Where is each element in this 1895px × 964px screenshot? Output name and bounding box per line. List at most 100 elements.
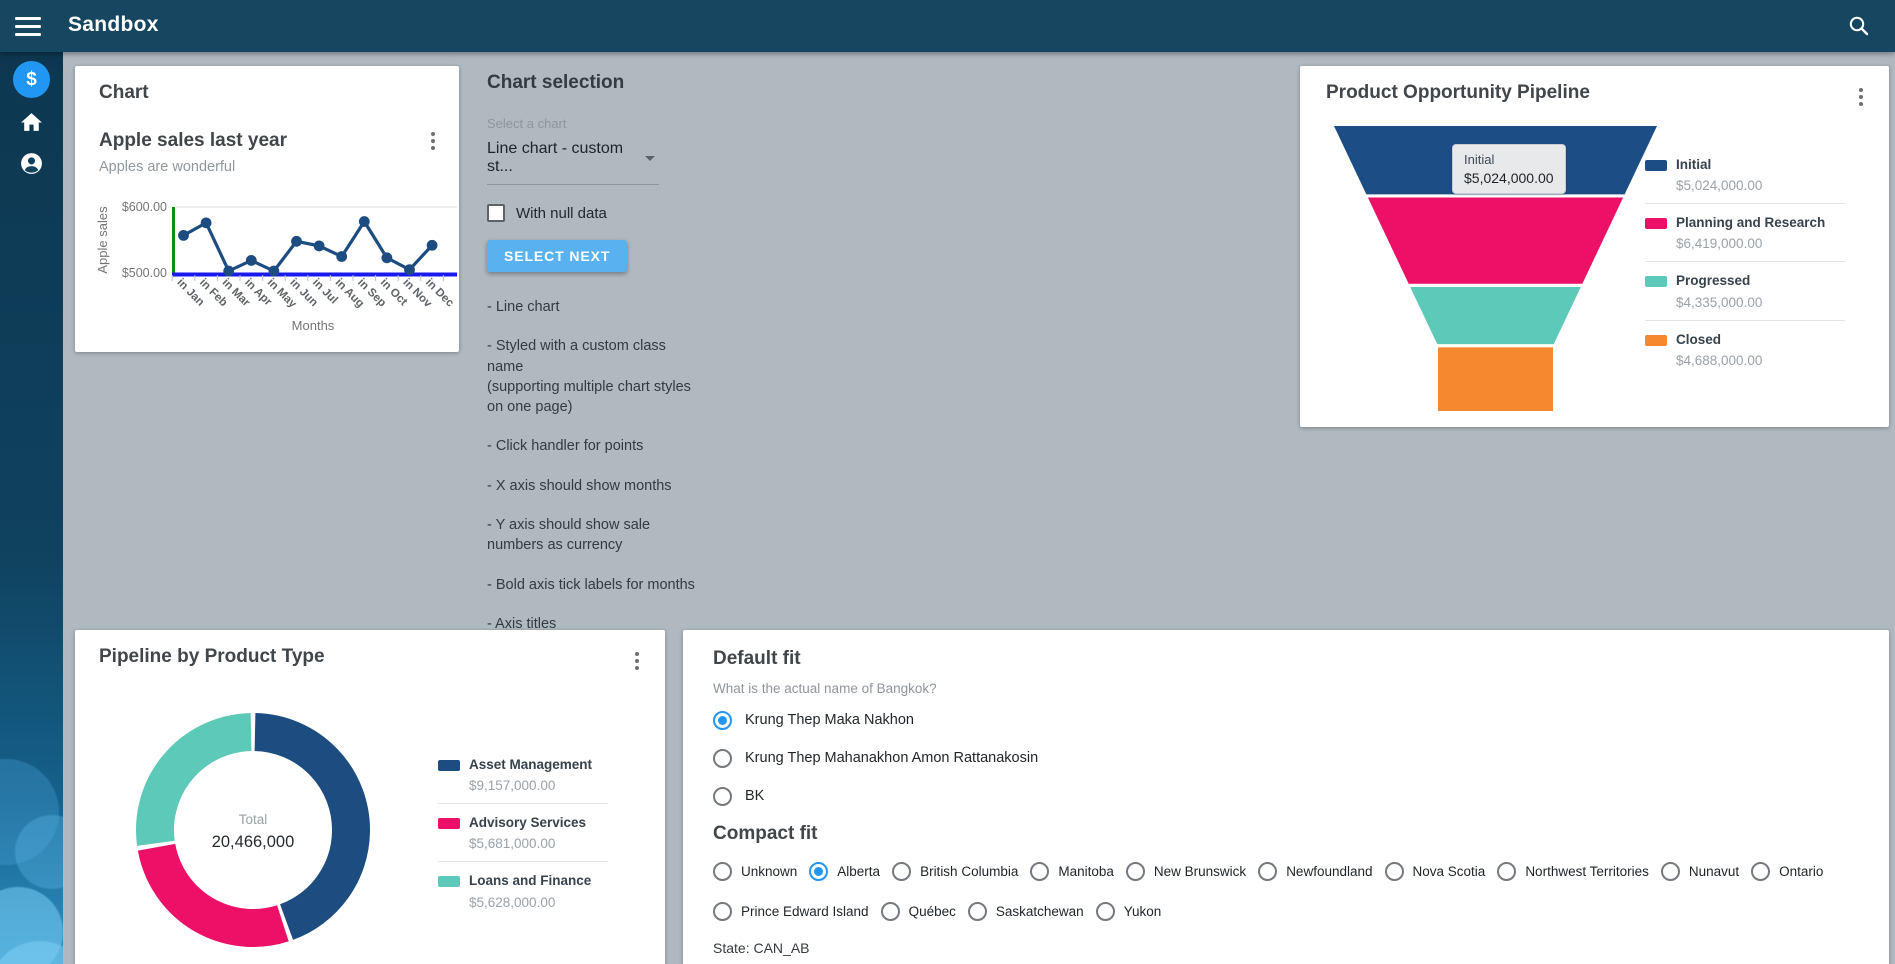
legend-swatch [438,818,460,829]
radio-label: Yukon [1124,904,1162,919]
legend-item[interactable]: Initial $5,024,000.00 [1645,154,1845,201]
funnel-tooltip: Initial $5,024,000.00 [1452,144,1566,194]
funnel-legend: Initial $5,024,000.00 Planning and Resea… [1645,154,1845,376]
legend-divider [438,803,608,804]
radio-option[interactable]: Ontario [1751,862,1823,881]
chart-point[interactable] [359,216,370,227]
donut-total-value: 20,466,000 [212,833,295,851]
radio-button[interactable] [1497,862,1516,881]
null-data-label: With null data [516,205,607,222]
radio-button[interactable] [809,862,828,881]
null-data-checkbox[interactable] [487,204,505,222]
chart-point[interactable] [291,236,302,247]
chart-point[interactable] [201,217,212,228]
line-chart-subtitle: Apples are wonderful [99,159,435,175]
radio-option[interactable]: Unknown [713,862,797,881]
radio-option[interactable]: Prince Edward Island [713,902,869,921]
chart-point[interactable] [178,230,189,241]
app-bar: Sandbox [0,0,1895,52]
radio-label: Québec [909,904,956,919]
radio-option[interactable]: Québec [881,902,956,921]
legend-item[interactable]: Closed $4,688,000.00 [1645,329,1845,376]
funnel-segment-progressed[interactable] [1410,287,1581,344]
radio-option[interactable]: Krung Thep Mahanakhon Amon Rattanakosin [713,739,1859,777]
chart-point[interactable] [382,252,393,263]
x-axis-labels: in Janin Febin Marin Aprin Mayin Junin J… [174,277,456,311]
legend-item[interactable]: Loans and Finance $5,628,000.00 [438,870,608,917]
radio-button[interactable] [892,862,911,881]
chart-select-dropdown[interactable]: Line chart - custom st... [487,140,659,185]
legend-item[interactable]: Progressed $4,335,000.00 [1645,270,1845,317]
radio-button[interactable] [713,862,732,881]
radio-label: Nunavut [1689,864,1739,879]
funnel-card: Product Opportunity Pipeline Initial $5,… [1300,66,1889,427]
chart-card: Chart Apple sales last year Apples are w… [75,66,459,352]
legend-item[interactable]: Advisory Services $5,681,000.00 [438,812,608,859]
legend-swatch [438,760,460,771]
radio-button[interactable] [713,902,732,921]
radio-button[interactable] [968,902,987,921]
radio-option[interactable]: Northwest Territories [1497,862,1649,881]
search-icon[interactable] [1847,14,1871,38]
legend-value: $5,024,000.00 [1676,178,1762,193]
kebab-menu-icon[interactable] [431,132,435,136]
legend-item[interactable]: Asset Management $9,157,000.00 [438,754,608,801]
radio-button[interactable] [1030,862,1049,881]
radio-button[interactable] [1258,862,1277,881]
person-icon[interactable] [19,151,44,176]
legend-label: Asset Management [469,756,592,774]
chart-point[interactable] [223,266,234,277]
legend-swatch [438,876,460,887]
chart-notes: - Line chart - Styled with a custom clas… [487,297,700,634]
legend-value: $4,335,000.00 [1676,295,1762,310]
radio-button[interactable] [713,787,732,806]
radio-option[interactable]: Alberta [809,862,880,881]
legend-label: Advisory Services [469,814,586,832]
funnel-segment-planning-and-research[interactable] [1368,198,1623,284]
hamburger-icon[interactable] [15,14,43,38]
chart-point[interactable] [269,266,280,277]
select-next-button[interactable]: SELECT NEXT [487,240,627,272]
radio-option[interactable]: New Brunswick [1126,862,1246,881]
radio-option[interactable]: Krung Thep Maka Nakhon [713,701,1859,739]
radio-button[interactable] [1385,862,1404,881]
null-data-checkbox-row[interactable]: With null data [487,204,700,222]
y-tick-500: $500.00 [122,266,167,280]
chart-point[interactable] [404,264,415,275]
note-item: - Bold axis tick labels for months [487,575,700,595]
radio-button[interactable] [1096,902,1115,921]
radio-option[interactable]: BK [713,777,1859,815]
radio-option[interactable]: Yukon [1096,902,1162,921]
radio-label: Krung Thep Mahanakhon Amon Rattanakosin [745,750,1038,766]
note-item: - X axis should show months [487,476,700,496]
radio-button[interactable] [1661,862,1680,881]
chart-point[interactable] [336,251,347,262]
radio-button[interactable] [881,902,900,921]
legend-value: $9,157,000.00 [469,778,592,793]
funnel-segment-closed[interactable] [1438,347,1553,411]
dollar-icon[interactable]: $ [13,61,50,98]
radio-button[interactable] [1126,862,1145,881]
radio-option[interactable]: Newfoundland [1258,862,1372,881]
chart-point[interactable] [314,241,325,252]
radio-label: Unknown [741,864,797,879]
home-icon[interactable] [19,110,44,135]
legend-swatch [1645,160,1667,171]
legend-label: Progressed [1676,272,1762,290]
chart-point[interactable] [246,255,257,266]
radio-button[interactable] [1751,862,1770,881]
radio-button[interactable] [713,749,732,768]
radio-option[interactable]: Nova Scotia [1385,862,1486,881]
radio-option[interactable]: British Columbia [892,862,1018,881]
radio-label: Prince Edward Island [741,904,869,919]
radio-label: Alberta [837,864,880,879]
radio-button[interactable] [713,711,732,730]
chart-point[interactable] [427,240,438,251]
radio-option[interactable]: Nunavut [1661,862,1739,881]
radio-option[interactable]: Manitoba [1030,862,1114,881]
line-chart: $600.00 $500.00 Apple sales Months in Ja… [75,66,459,352]
radio-label: British Columbia [920,864,1018,879]
chart-section-title: Chart [99,82,435,104]
radio-option[interactable]: Saskatchewan [968,902,1084,921]
legend-item[interactable]: Planning and Research $6,419,000.00 [1645,212,1845,259]
